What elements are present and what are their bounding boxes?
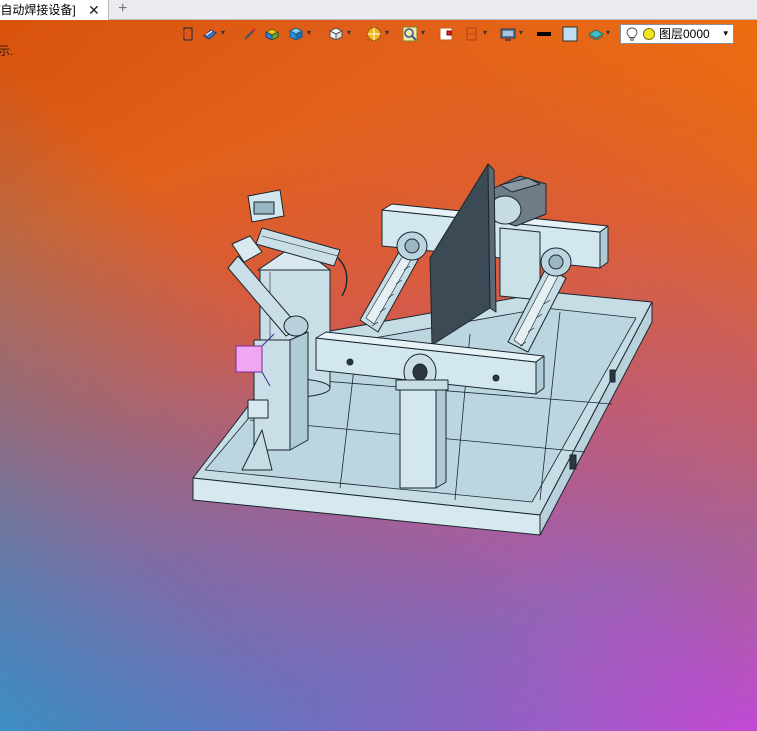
- tab-title: [自动焊接设备]: [0, 3, 76, 17]
- chevron-down-icon: ▾: [385, 28, 390, 37]
- display-monitor-icon: [500, 28, 516, 41]
- lightbulb-icon: [626, 27, 638, 41]
- sketch-pen-icon: [244, 28, 256, 40]
- chevron-down-icon: ▾: [606, 28, 611, 37]
- layer-name: 图层0000: [659, 27, 710, 41]
- chevron-down-icon: ▾: [347, 28, 352, 37]
- 3d-viewport[interactable]: 示. ▾ ▾ ▾ ▾ ▾ ▾ ▾ ▾ 图层0000 ▾: [0, 20, 757, 731]
- box-wire-icon: [328, 27, 344, 41]
- view-toolbar: ▾ ▾ ▾ ▾ ▾ ▾ ▾: [178, 24, 578, 44]
- layer-surface-icon: [588, 29, 604, 41]
- section-icon: [439, 27, 453, 41]
- chevron-down-icon: ▾: [221, 28, 226, 37]
- fill-color-icon: [562, 26, 578, 42]
- close-icon[interactable]: ✕: [88, 0, 100, 20]
- chevron-down-icon: ▾: [421, 28, 426, 37]
- tab-bar: [自动焊接设备] ✕ +: [0, 0, 757, 20]
- welding-equipment-model[interactable]: [0, 20, 757, 731]
- zoom-fit-icon: [402, 26, 418, 42]
- chevron-down-icon: ▾: [519, 28, 524, 37]
- chevron-down-icon: ▾: [307, 28, 312, 37]
- layer-color-dot: [643, 28, 655, 40]
- chevron-down-icon: ▾: [723, 28, 728, 38]
- layer-select[interactable]: 图层0000 ▾: [620, 24, 734, 44]
- tab-document[interactable]: [自动焊接设备] ✕: [0, 0, 109, 20]
- exit-icon: [180, 27, 193, 41]
- new-tab-icon[interactable]: +: [118, 0, 127, 19]
- view-orientation-icon: [203, 29, 217, 40]
- line-color-icon: [537, 32, 551, 36]
- render-sphere-icon: [367, 27, 381, 41]
- material-icon: [264, 28, 280, 41]
- box-solid-icon: [288, 27, 304, 41]
- chevron-down-icon: ▾: [483, 28, 488, 37]
- clip-plane-icon: [466, 27, 477, 41]
- viewport-hint-text: 示.: [0, 44, 14, 58]
